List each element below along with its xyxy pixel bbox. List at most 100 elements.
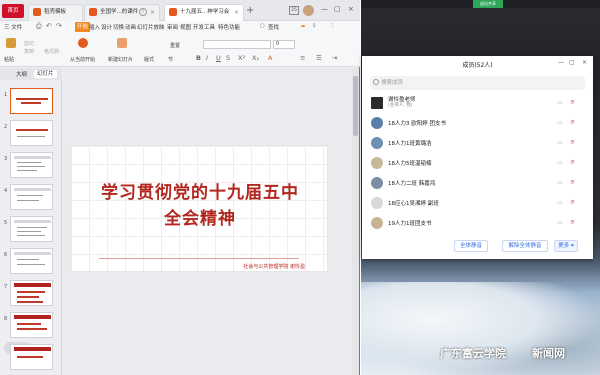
mic-off-icon[interactable]: ⚞ xyxy=(570,219,575,226)
font-family-select[interactable] xyxy=(203,40,271,49)
mic-off-icon[interactable]: ⚞ xyxy=(570,199,575,206)
mute-all-button[interactable]: 全体静音 xyxy=(454,240,488,252)
new-tab-icon[interactable]: + xyxy=(246,5,254,16)
tab-active-presentation[interactable]: 十九届五...神学习会 × xyxy=(164,4,244,21)
menu-transition[interactable]: 切换 xyxy=(113,23,124,31)
member-role: (主持人, 我) xyxy=(388,103,413,108)
maximize-icon[interactable]: ▢ xyxy=(569,59,575,66)
font-size-select[interactable]: 0 xyxy=(273,40,295,49)
member-row[interactable]: 18应心1吴湘婷 副班 ▭ ⚞ xyxy=(362,193,593,213)
members-panel: 成员(52人) — ▢ × 搜索成员 谢怜盈老师 (主持人, 我) ▭ ⚞ 18… xyxy=(362,56,593,259)
close-icon[interactable]: × xyxy=(234,5,239,20)
slide-thumbnail[interactable] xyxy=(10,216,53,242)
copy-button[interactable]: 复制 xyxy=(24,48,34,55)
minimize-icon[interactable]: — xyxy=(558,59,564,66)
home-tab[interactable]: 首页 xyxy=(2,4,24,18)
slide-thumbnail[interactable] xyxy=(10,344,53,370)
section-button[interactable]: 节 xyxy=(168,56,173,63)
list-icon[interactable]: ☰ xyxy=(316,54,322,62)
camera-off-icon[interactable]: ▭ xyxy=(557,119,563,126)
slide-thumbnail[interactable] xyxy=(10,248,53,274)
menu-insert[interactable]: 插入 xyxy=(89,23,100,31)
member-row[interactable]: 18人力二班 韩嘉鸿 ▭ ⚞ xyxy=(362,173,593,193)
close-icon[interactable]: × xyxy=(582,59,587,66)
slide-thumbnail[interactable] xyxy=(10,184,53,210)
slide-thumbnail[interactable] xyxy=(10,152,53,178)
save-icon[interactable]: ⎙ xyxy=(36,22,42,31)
cut-button[interactable]: 剪切 xyxy=(24,40,34,47)
unmute-all-button[interactable]: 解除全体静音 xyxy=(502,240,548,252)
superscript-icon[interactable]: X² xyxy=(238,54,245,62)
search-button[interactable]: 查找 xyxy=(268,23,279,31)
mic-off-icon[interactable]: ⚞ xyxy=(570,159,575,166)
paste-button[interactable]: 粘贴 xyxy=(4,56,14,63)
member-name: 18人力3 欧阳婷 团支书 xyxy=(388,121,446,127)
underline-icon[interactable]: U xyxy=(216,54,221,62)
menu-slideshow[interactable]: 幻灯片放映 xyxy=(137,23,165,31)
maximize-icon[interactable]: ▢ xyxy=(334,5,341,13)
menu-review[interactable]: 审阅 xyxy=(167,23,178,31)
member-row[interactable]: 18人力1班黄璐浩 ▭ ⚞ xyxy=(362,133,593,153)
tab-outline[interactable]: 大纲 xyxy=(16,70,27,78)
member-name: 19人力1班团支书 xyxy=(388,221,432,227)
menu-view[interactable]: 视图 xyxy=(180,23,191,31)
tab-courseware[interactable]: 全国学...的课件 ! × xyxy=(84,4,160,21)
member-row[interactable]: 19人力1班团支书 ▭ ⚞ xyxy=(362,213,593,233)
camera-off-icon[interactable]: ▭ xyxy=(557,179,563,186)
redo-icon[interactable]: ↷ xyxy=(56,22,62,30)
slide-thumbnail[interactable] xyxy=(10,312,53,338)
search-icon[interactable]: ○ xyxy=(260,23,265,29)
minimize-icon[interactable]: — xyxy=(321,5,328,13)
member-row[interactable]: 18人力5班温韬楠 ▭ ⚞ xyxy=(362,153,593,173)
cloud-icon[interactable]: ☁ xyxy=(300,23,306,29)
current-slide[interactable]: 学习贯彻党的十九届五中 全会精神 社会与公共管理学院 谢怜盈 xyxy=(70,145,328,272)
close-icon[interactable]: × xyxy=(150,5,155,20)
mic-off-icon[interactable]: ⚞ xyxy=(570,139,575,146)
strikethrough-icon[interactable]: S xyxy=(226,54,230,62)
menu-start[interactable]: 开始 xyxy=(75,22,91,32)
mic-off-icon[interactable]: ⚞ xyxy=(570,99,575,106)
more-button[interactable]: 更多 ▾ xyxy=(554,240,578,252)
tab-docer[interactable]: 稻壳模板 xyxy=(28,4,83,21)
menu-animation[interactable]: 动画 xyxy=(125,23,136,31)
more-icon[interactable]: ⋮ xyxy=(330,23,336,29)
format-painter-button[interactable]: 格式刷 xyxy=(44,48,59,55)
menu-developer[interactable]: 开发工具 xyxy=(193,23,215,31)
slide-thumbnail[interactable] xyxy=(10,280,53,306)
exit-share-button[interactable]: 退出共享 xyxy=(473,0,503,8)
mic-off-icon[interactable]: ⚞ xyxy=(570,179,575,186)
slide-thumbnail[interactable] xyxy=(10,120,53,146)
share-icon[interactable]: ⇪ xyxy=(312,23,317,29)
camera-off-icon[interactable]: ▭ xyxy=(557,199,563,206)
italic-icon[interactable]: I xyxy=(206,54,208,62)
layout-button[interactable]: 版式 xyxy=(144,56,154,63)
font-color-icon[interactable]: A xyxy=(268,54,272,62)
new-slide-button[interactable]: 新建幻灯片 xyxy=(108,56,133,63)
member-row[interactable]: 谢怜盈老师 (主持人, 我) ▭ ⚞ xyxy=(362,93,593,113)
close-window-icon[interactable]: × xyxy=(348,5,354,13)
camera-off-icon[interactable]: ▭ xyxy=(557,139,563,146)
menu-special[interactable]: 特色功能 xyxy=(218,23,240,31)
menu-design[interactable]: 设计 xyxy=(101,23,112,31)
mic-off-icon[interactable]: ⚞ xyxy=(570,119,575,126)
subscript-icon[interactable]: X₂ xyxy=(252,54,259,62)
file-menu[interactable]: 三 文件 xyxy=(4,23,22,31)
avatar[interactable] xyxy=(303,5,314,16)
slide-thumbnail[interactable] xyxy=(10,88,53,114)
vertical-scrollbar[interactable] xyxy=(352,68,359,375)
camera-off-icon[interactable]: ▭ xyxy=(557,219,563,226)
undo-icon[interactable]: ↶ xyxy=(46,22,52,30)
reset-button[interactable]: 重置 xyxy=(170,42,180,49)
camera-off-icon[interactable]: ▭ xyxy=(557,159,563,166)
member-search-input[interactable]: 搜索成员 xyxy=(370,76,585,90)
camera-off-icon[interactable]: ▭ xyxy=(557,99,563,106)
scrollbar-thumb[interactable] xyxy=(353,76,358,136)
bold-icon[interactable]: B xyxy=(196,54,201,62)
align-icon[interactable]: ≡ xyxy=(300,54,305,62)
tab-count-badge[interactable]: 25 xyxy=(289,6,299,15)
tab-slides[interactable]: 幻灯片 xyxy=(34,70,57,78)
from-current-button[interactable]: 从当前开始 xyxy=(70,56,95,63)
member-row[interactable]: 18人力3 欧阳婷 团支书 ▭ ⚞ xyxy=(362,113,593,133)
tab-label: 全国学...的课件 xyxy=(100,9,139,15)
indent-icon[interactable]: ⇥ xyxy=(332,54,337,62)
